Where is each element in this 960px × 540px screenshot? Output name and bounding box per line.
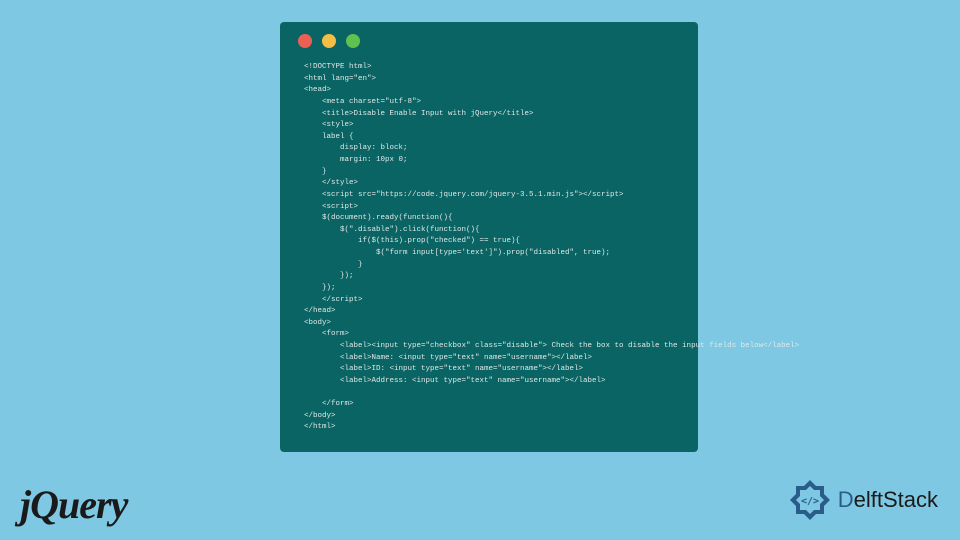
jquery-logo: jQuery bbox=[20, 481, 127, 528]
svg-text:</>: </> bbox=[801, 496, 819, 507]
delftstack-icon: </> bbox=[788, 478, 832, 522]
delftstack-logo: </> DelftStack bbox=[788, 478, 938, 522]
maximize-icon bbox=[346, 34, 360, 48]
window-controls bbox=[280, 34, 698, 58]
code-block: <!DOCTYPE html> <html lang="en"> <head> … bbox=[280, 58, 698, 444]
close-icon bbox=[298, 34, 312, 48]
minimize-icon bbox=[322, 34, 336, 48]
delftstack-text: DelftStack bbox=[838, 487, 938, 513]
code-window: <!DOCTYPE html> <html lang="en"> <head> … bbox=[280, 22, 698, 452]
